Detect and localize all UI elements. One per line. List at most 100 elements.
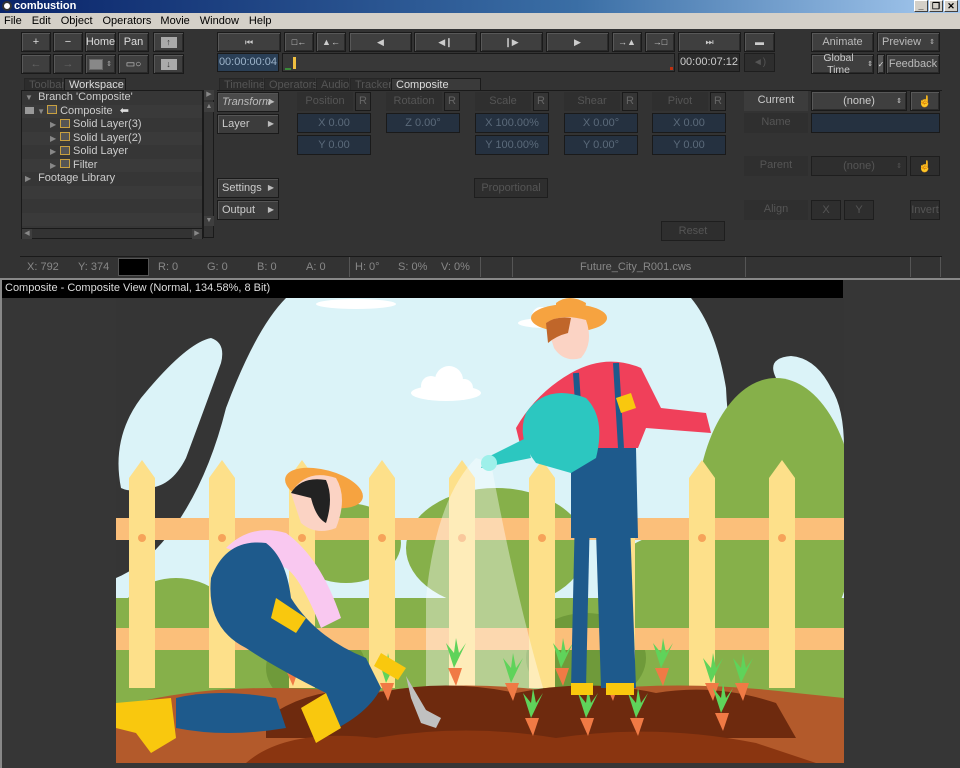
global-time-dropdown[interactable]: Global Time ⇕ xyxy=(811,52,874,76)
scroll-left-arrow-icon[interactable]: ◀ xyxy=(22,229,32,239)
menu-help[interactable]: Help xyxy=(249,15,272,27)
audio-button[interactable]: ◄) xyxy=(744,53,775,72)
tree-item-composite[interactable]: ▼ Composite ⬅ xyxy=(22,104,202,118)
position-x-field[interactable]: X 0.00 xyxy=(297,113,371,133)
menu-movie[interactable]: Movie xyxy=(160,15,189,27)
pan-button[interactable]: Pan xyxy=(118,32,149,52)
menu-window[interactable]: Window xyxy=(200,15,239,27)
tree-item-branch[interactable]: ▼ Branch 'Composite' xyxy=(22,91,202,105)
scroll-up-arrow-icon[interactable]: ▲ xyxy=(204,102,214,112)
pivot-reset-button[interactable]: R xyxy=(710,92,726,111)
section-layer[interactable]: Layer ▶ xyxy=(217,114,279,134)
previous-keyframe-marker-button[interactable]: □← xyxy=(284,32,314,52)
forward-button[interactable]: → xyxy=(53,54,83,74)
tree-item-layer[interactable]: ▶ Solid Layer(3) xyxy=(22,118,202,132)
align-x-button[interactable]: X xyxy=(811,200,841,220)
scroll-down-arrow-icon[interactable]: ▼ xyxy=(204,216,214,226)
composite-icon xyxy=(47,105,58,115)
close-button[interactable]: ✕ xyxy=(944,0,958,12)
reset-button[interactable]: Reset xyxy=(661,221,725,241)
tree-vertical-scrollbar[interactable]: ▶ ▲ ▼ xyxy=(203,90,214,238)
current-layer-dropdown[interactable]: (none) ⇕ xyxy=(811,91,907,111)
section-output[interactable]: Output ▶ xyxy=(217,200,279,220)
tree-item-label: Composite xyxy=(60,104,113,117)
shear-x-field[interactable]: X 0.00° xyxy=(564,113,638,133)
tree-item-footage-library[interactable]: ▶ Footage Library xyxy=(22,172,202,186)
visibility-toggle[interactable] xyxy=(25,106,34,114)
next-marker-icon: →□ xyxy=(652,37,668,47)
parent-dropdown[interactable]: (none) ⇕ xyxy=(811,156,907,176)
next-marker-button[interactable]: →□ xyxy=(645,32,675,52)
preview-label: Preview xyxy=(882,36,922,48)
position-reset-button[interactable]: R xyxy=(355,92,371,111)
scale-reset-button[interactable]: R xyxy=(533,92,549,111)
proportional-button[interactable]: Proportional xyxy=(474,178,548,198)
scale-y-field[interactable]: Y 100.00% xyxy=(475,135,549,155)
composite-canvas[interactable] xyxy=(116,298,844,763)
align-y-button[interactable]: Y xyxy=(844,200,874,220)
tree-item-layer[interactable]: ▶ Solid Layer xyxy=(22,145,202,159)
app-logo-icon xyxy=(2,1,12,11)
pivot-x-field[interactable]: X 0.00 xyxy=(652,113,726,133)
timeline-scrubber[interactable] xyxy=(282,53,675,72)
preview-dropdown[interactable]: Preview ⇕ xyxy=(877,32,940,52)
section-transform[interactable]: Transform ▶ xyxy=(217,92,279,112)
feedback-checkbox[interactable]: ✓ xyxy=(877,54,885,74)
rotation-z-field[interactable]: Z 0.00° xyxy=(386,113,460,133)
tree-item-label: Solid Layer(3) xyxy=(73,118,142,130)
zoom-out-button[interactable]: − xyxy=(53,32,83,52)
position-y-field[interactable]: Y 0.00 xyxy=(297,135,371,155)
hue-readout: H: 0° xyxy=(355,261,380,273)
animate-button[interactable]: Animate xyxy=(811,32,874,52)
step-back-icon: ◀❙ xyxy=(438,36,453,47)
go-to-end-button[interactable]: ⏭ xyxy=(678,32,741,52)
link-nodes-button[interactable]: ▭○ xyxy=(118,54,149,74)
pick-parent-button[interactable]: ☝ xyxy=(910,156,940,176)
shear-reset-button[interactable]: R xyxy=(622,92,638,111)
scroll-right-arrow-icon[interactable]: ▶ xyxy=(192,229,202,239)
tree-item-layer[interactable]: ▶ Solid Layer(2) xyxy=(22,131,202,145)
go-to-start-button[interactable]: ⏮ xyxy=(217,32,281,52)
pick-current-button[interactable]: ☝ xyxy=(910,91,940,111)
previous-view-button[interactable]: ↑ xyxy=(153,32,184,52)
menu-object[interactable]: Object xyxy=(61,15,93,27)
pivot-y-field[interactable]: Y 0.00 xyxy=(652,135,726,155)
zoom-in-button[interactable]: + xyxy=(21,32,51,52)
loop-button[interactable]: ▬ xyxy=(744,32,775,52)
play-reverse-icon: ◀ xyxy=(377,36,384,47)
restore-button[interactable]: ❐ xyxy=(929,0,943,12)
playhead[interactable] xyxy=(292,57,296,69)
arrow-up-box-icon: ↑ xyxy=(160,36,177,48)
menu-edit[interactable]: Edit xyxy=(32,15,51,27)
invert-button[interactable]: Invert xyxy=(910,200,940,220)
previous-keyframe-button[interactable]: ▲← xyxy=(316,32,346,52)
next-view-button[interactable]: ↓ xyxy=(153,54,184,74)
feedback-button[interactable]: Feedback xyxy=(886,54,940,74)
scale-x-field[interactable]: X 100.00% xyxy=(475,113,549,133)
green-readout: G: 0 xyxy=(207,261,228,273)
step-forward-button[interactable]: ❙▶ xyxy=(480,32,543,52)
shear-y-field[interactable]: Y 0.00° xyxy=(564,135,638,155)
step-back-button[interactable]: ◀❙ xyxy=(414,32,477,52)
background-color-dropdown[interactable]: ⇕ xyxy=(85,54,116,74)
home-button[interactable]: Home xyxy=(85,32,116,52)
tree-item-filter[interactable]: ▶ Filter xyxy=(22,158,202,172)
scroll-right-arrow-icon[interactable]: ▶ xyxy=(204,90,214,100)
section-settings[interactable]: Settings ▶ xyxy=(217,178,279,198)
name-input[interactable] xyxy=(811,113,940,133)
fence-nail xyxy=(538,534,546,542)
minimize-button[interactable]: _ xyxy=(914,0,928,12)
end-time-field[interactable]: 00:00:07:12 xyxy=(678,53,740,72)
play-button[interactable]: ▶ xyxy=(546,32,609,52)
current-time-field[interactable]: 00:00:00:04 xyxy=(217,53,279,72)
workspace-file-name: Future_City_R001.cws xyxy=(580,261,692,273)
play-reverse-button[interactable]: ◀ xyxy=(349,32,412,52)
next-keyframe-button[interactable]: →▲ xyxy=(612,32,642,52)
menu-operators[interactable]: Operators xyxy=(103,15,152,27)
menu-file[interactable]: File xyxy=(4,15,22,27)
rotation-reset-button[interactable]: R xyxy=(444,92,460,111)
pick-hand-icon: ☝ xyxy=(918,95,932,108)
back-button[interactable]: ← xyxy=(21,54,51,74)
tree-horizontal-scrollbar[interactable]: ◀ ▶ xyxy=(21,228,203,239)
shear-label: Shear xyxy=(564,92,620,111)
